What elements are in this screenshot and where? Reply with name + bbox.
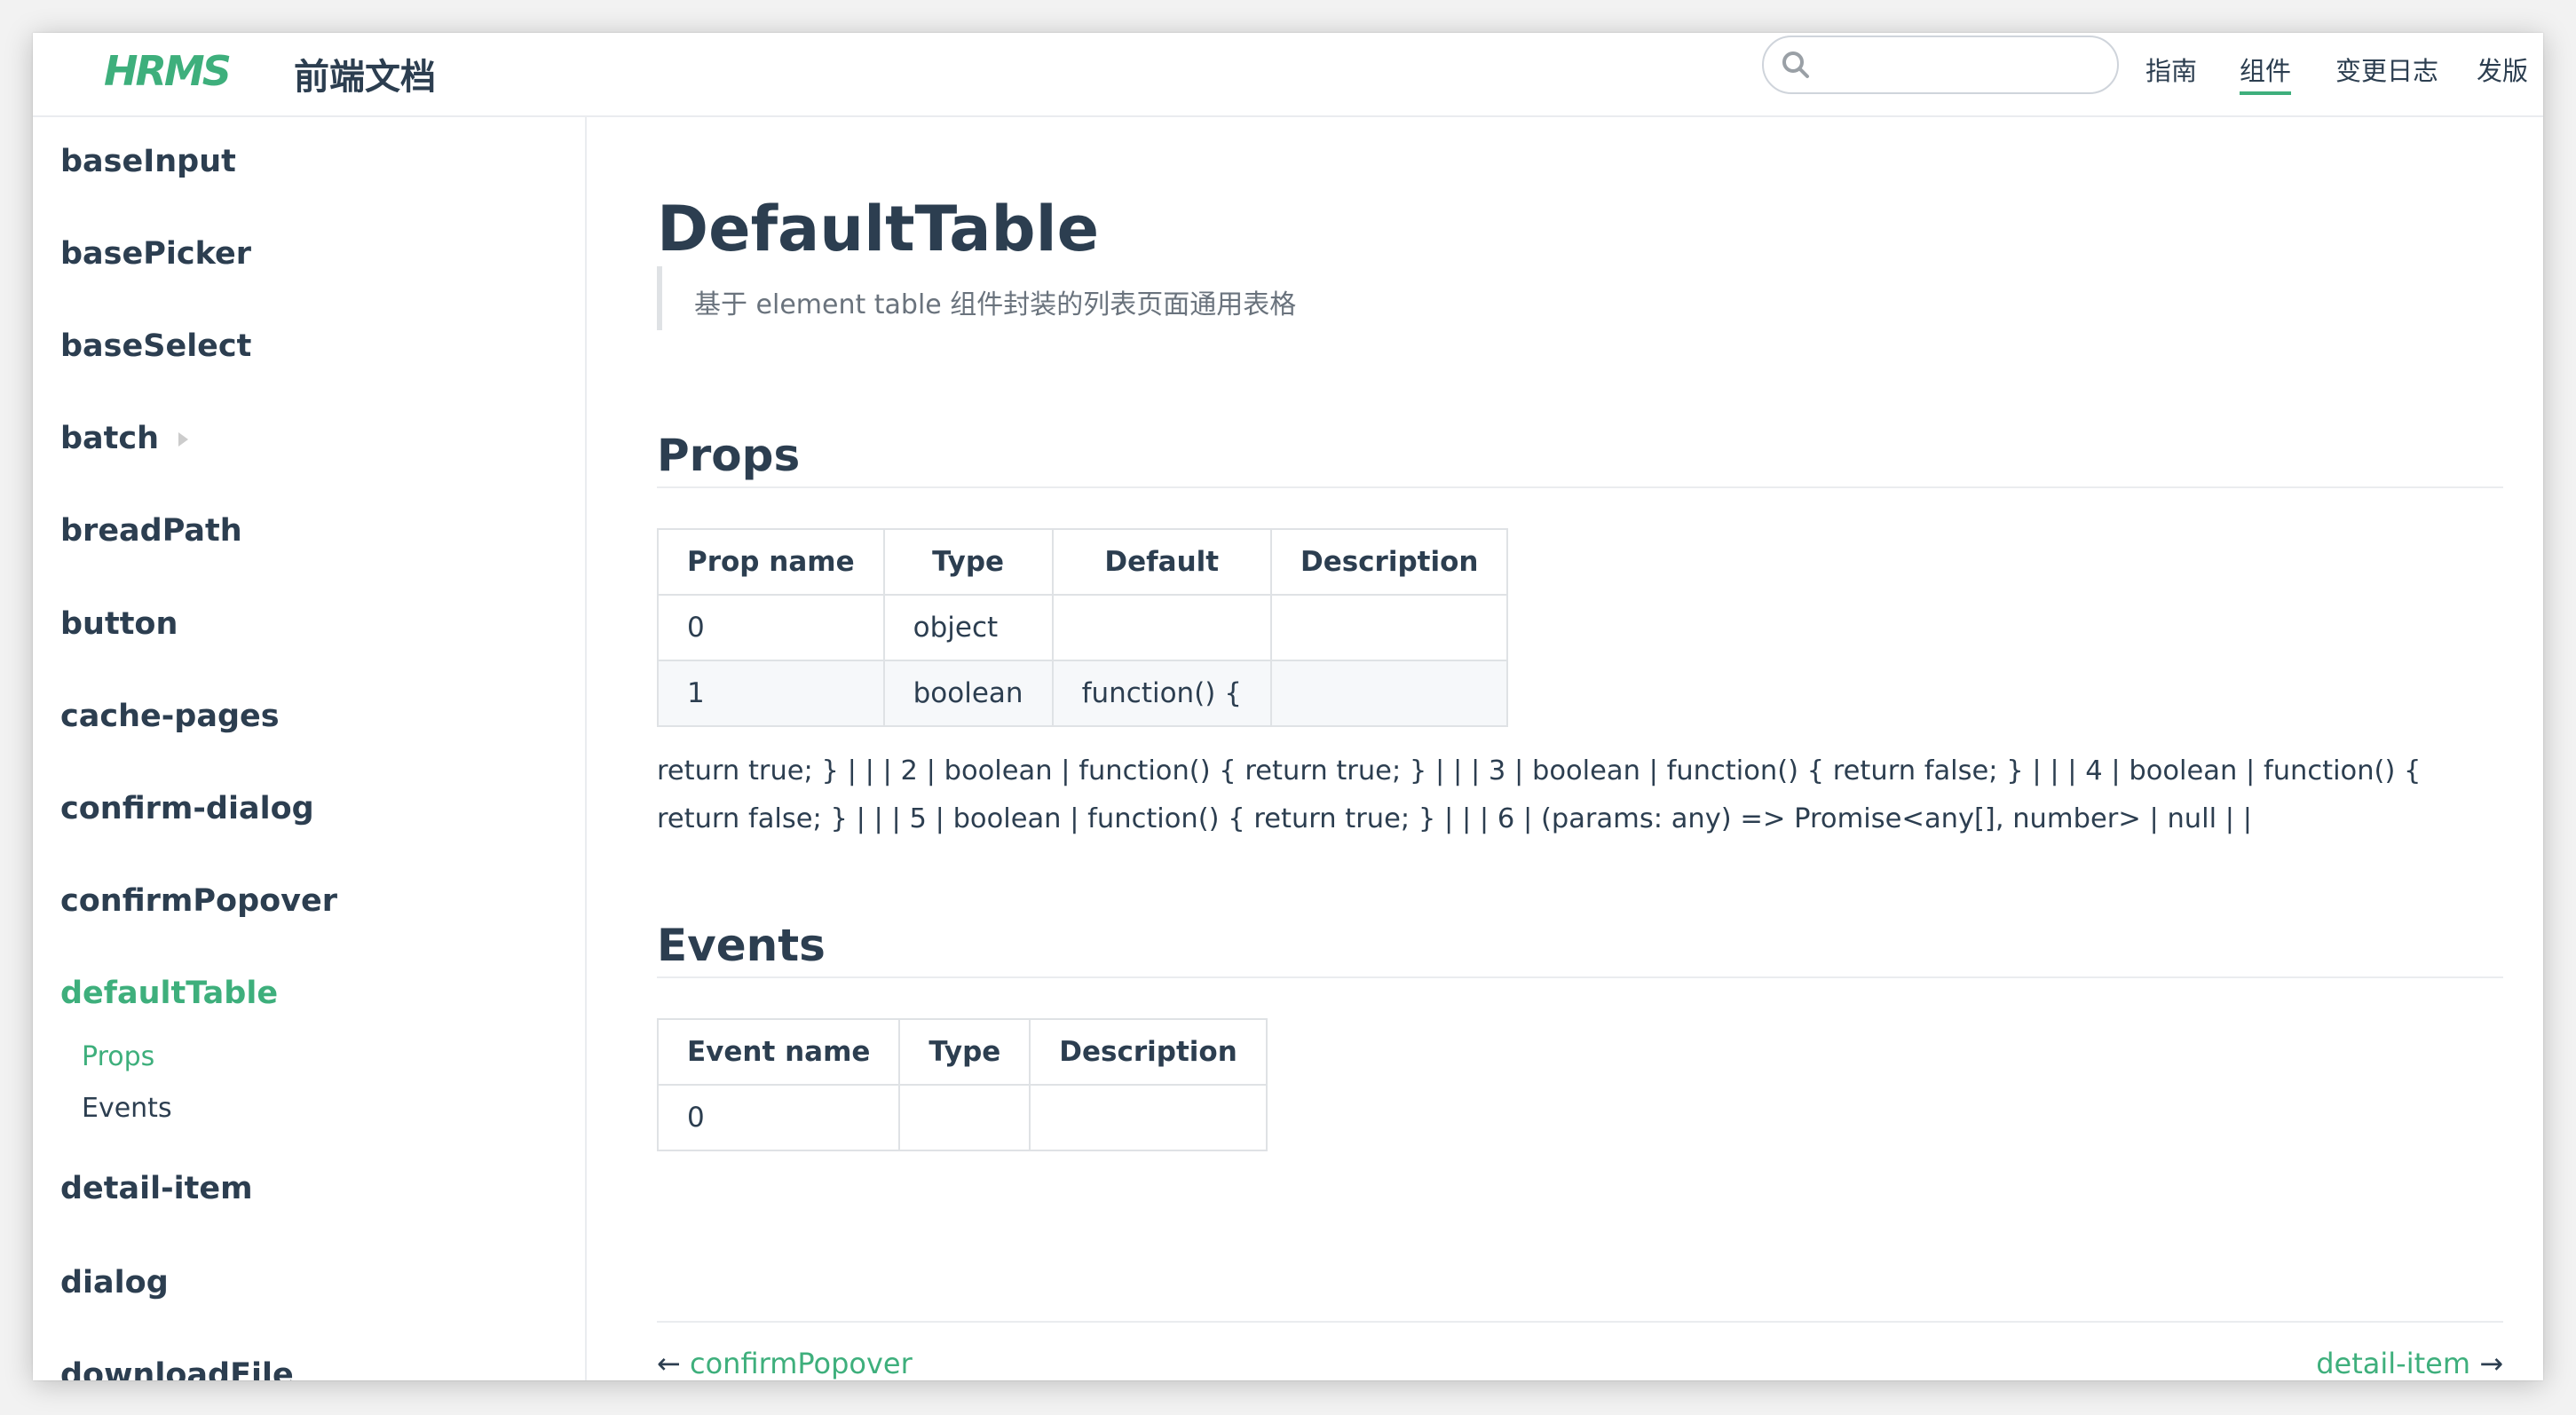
props-heading: Props xyxy=(657,430,2503,488)
expand-arrow-icon xyxy=(178,432,189,447)
description-blockquote: 基于 element table 组件封装的列表页面通用表格 xyxy=(657,266,1994,330)
arrow-right-icon: → xyxy=(2479,1347,2503,1380)
table-cell: boolean xyxy=(882,660,1054,727)
table-row: 1 boolean function() { xyxy=(657,660,1509,727)
table-cell: 1 xyxy=(657,660,885,727)
sidebar: baseInput basePicker baseSelect batch br… xyxy=(33,117,587,1380)
table-header: Type xyxy=(898,1018,1031,1086)
site-logo[interactable]: HRMS xyxy=(104,47,232,95)
nav-link-changelog[interactable]: 变更日志 xyxy=(2335,51,2438,88)
table-header: Event name xyxy=(656,1018,901,1086)
search-icon xyxy=(1782,51,1809,78)
table-cell xyxy=(1269,594,1509,661)
top-navbar: HRMS 前端文档 指南 组件 变更日志 发版 xyxy=(33,33,2543,117)
page-title: DefaultTable xyxy=(657,193,1100,265)
props-overflow-text: return true; } | | | 2 | boolean | funct… xyxy=(657,755,2422,834)
sidebar-item-breadpath[interactable]: breadPath xyxy=(60,513,242,549)
table-header: Description xyxy=(1029,1018,1268,1086)
events-heading: Events xyxy=(657,920,2503,978)
prev-page-label: confirmPopover xyxy=(689,1347,913,1380)
prev-page-link[interactable]: ← confirmPopover xyxy=(657,1347,913,1380)
arrow-left-icon: ← xyxy=(657,1347,681,1380)
nav-link-guide[interactable]: 指南 xyxy=(2145,51,2197,88)
events-table: Event name Type Description 0 xyxy=(656,1018,1268,1151)
table-cell xyxy=(898,1084,1031,1151)
sidebar-item-cache-pages[interactable]: cache-pages xyxy=(60,699,280,734)
sidebar-subitem-props[interactable]: Props xyxy=(82,1041,154,1072)
table-cell xyxy=(1029,1084,1268,1151)
table-header-row: Event name Type Description xyxy=(656,1018,1268,1086)
sidebar-item-baseinput[interactable]: baseInput xyxy=(60,144,236,179)
nav-link-release[interactable]: 发版 xyxy=(2477,51,2528,88)
table-header: Description xyxy=(1269,528,1509,596)
table-header: Type xyxy=(882,528,1054,596)
description-text: 基于 element table 组件封装的列表页面通用表格 xyxy=(694,289,1297,320)
props-table: Prop name Type Default Description 0 obj… xyxy=(657,528,1509,727)
table-cell xyxy=(1051,594,1272,661)
sidebar-item-batch[interactable]: batch xyxy=(60,421,189,456)
site-title[interactable]: 前端文档 xyxy=(294,48,436,99)
sidebar-item-confirm-dialog[interactable]: confirm-dialog xyxy=(60,791,314,826)
sidebar-subitem-events[interactable]: Events xyxy=(82,1093,172,1124)
browser-window: HRMS 前端文档 指南 组件 变更日志 发版 baseInput basePi… xyxy=(33,33,2543,1380)
table-header: Prop name xyxy=(657,528,885,596)
sidebar-item-label: batch xyxy=(60,421,160,456)
table-cell: 0 xyxy=(656,1084,901,1151)
table-row: 0 xyxy=(656,1084,1268,1151)
table-cell: 0 xyxy=(657,594,885,661)
table-cell xyxy=(1269,660,1509,727)
sidebar-item-downloadfile[interactable]: downloadFile xyxy=(60,1357,294,1380)
table-row: 0 object xyxy=(657,594,1509,661)
next-page-label: detail-item xyxy=(2316,1347,2471,1380)
sidebar-item-basepicker[interactable]: basePicker xyxy=(60,236,251,272)
sidebar-item-dialog[interactable]: dialog xyxy=(60,1265,169,1300)
table-header: Default xyxy=(1051,528,1272,596)
table-cell: function() { xyxy=(1051,660,1272,727)
sidebar-item-confirmpopover[interactable]: confirmPopover xyxy=(60,883,337,919)
sidebar-item-defaulttable[interactable]: defaultTable xyxy=(60,976,278,1011)
table-cell: object xyxy=(882,594,1054,661)
nav-link-components[interactable]: 组件 xyxy=(2240,51,2292,95)
sidebar-item-detail-item[interactable]: detail-item xyxy=(60,1171,253,1206)
next-page-link[interactable]: detail-item → xyxy=(2316,1347,2503,1380)
search-input[interactable] xyxy=(1762,36,2119,94)
table-header-row: Prop name Type Default Description xyxy=(657,528,1509,596)
page-nav-divider xyxy=(657,1321,2503,1323)
sidebar-item-button[interactable]: button xyxy=(60,606,178,642)
sidebar-item-baseselect[interactable]: baseSelect xyxy=(60,328,251,364)
